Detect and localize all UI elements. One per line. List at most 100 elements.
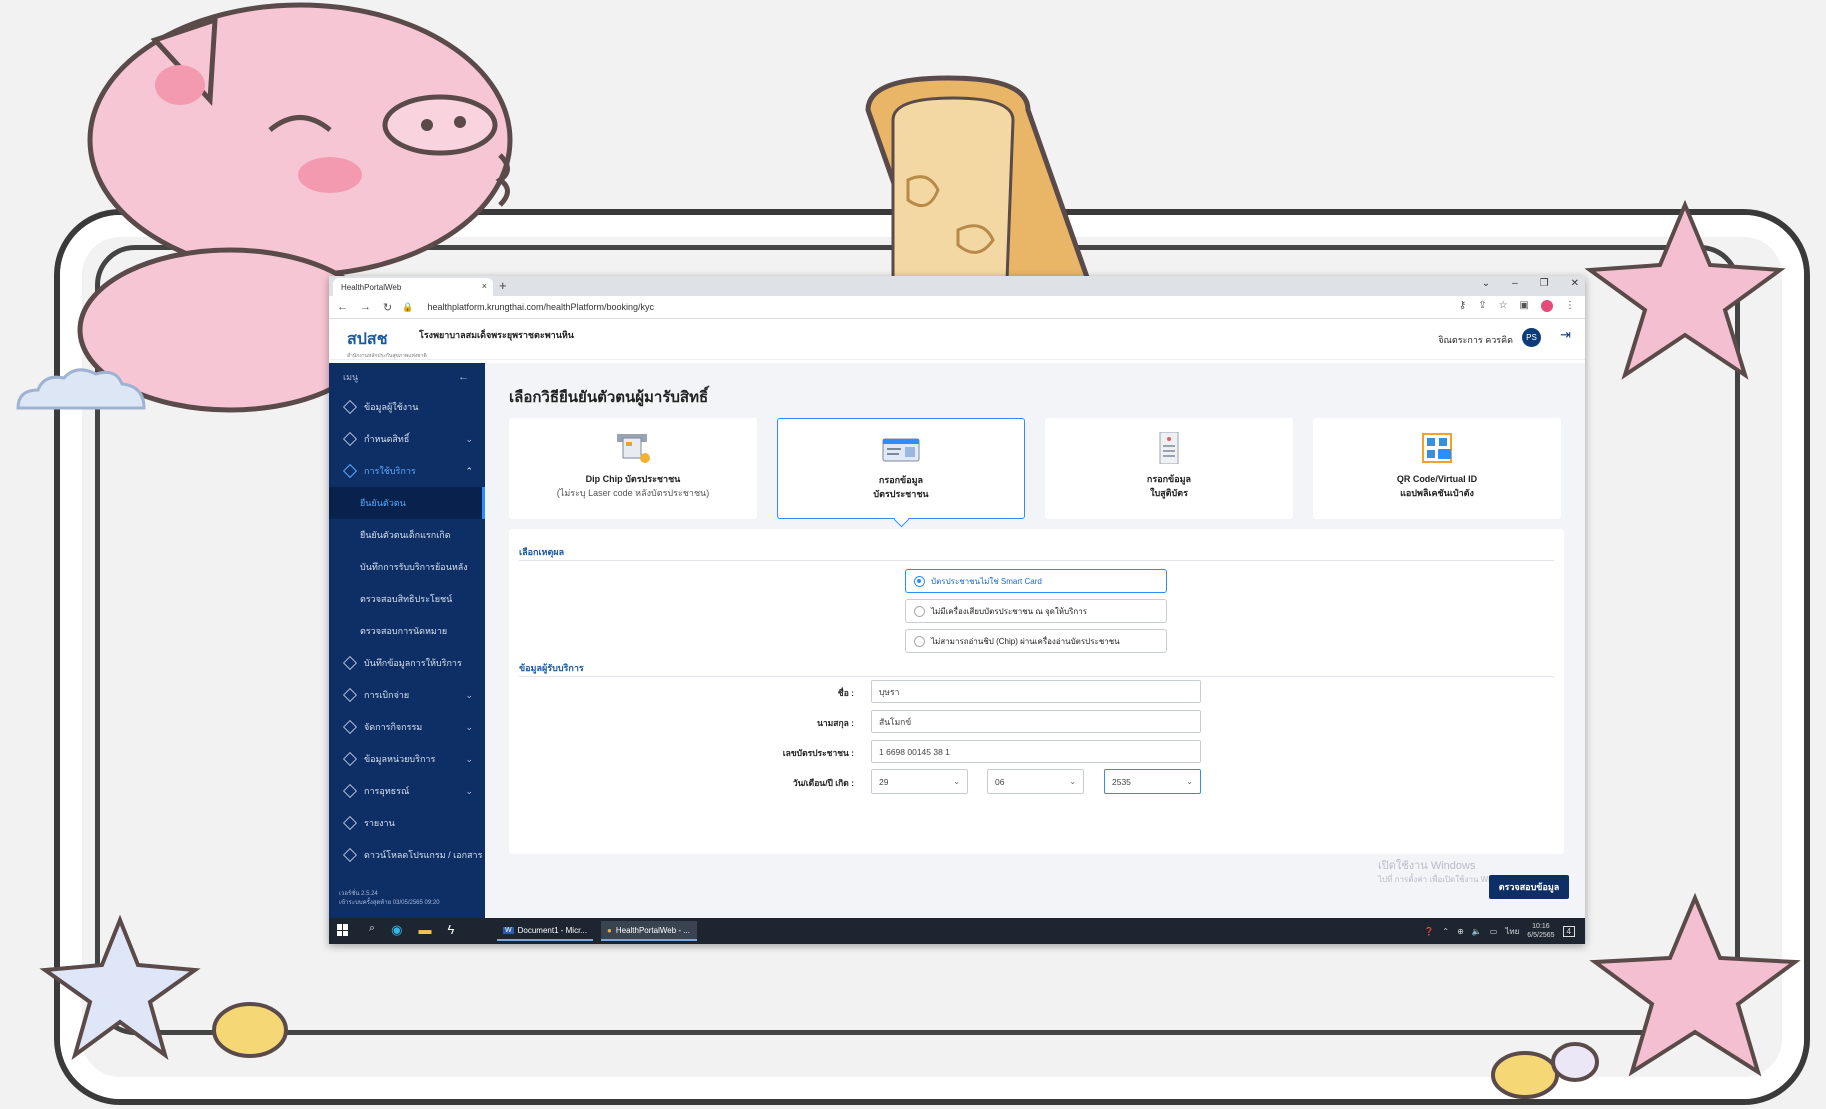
card-reader-icon — [617, 434, 650, 463]
reason-option-not-smart-card[interactable]: บัตรประชาชนไม่ใช่ Smart Card — [905, 569, 1167, 593]
search-icon[interactable]: ⌕ — [369, 922, 375, 938]
tab-search-icon[interactable]: ⌄ — [1482, 278, 1490, 289]
sidebar-item-user-info[interactable]: ข้อมูลผู้ใช้งาน — [329, 391, 485, 423]
sidebar-subitem-backdated-service[interactable]: บันทึกการรับบริการย้อนหลัง — [329, 551, 485, 583]
sidebar-item-label: ข้อมูลหน่วยบริการ — [364, 754, 436, 764]
new-tab-button[interactable]: + — [499, 278, 507, 293]
volume-icon[interactable]: 🔈 — [1472, 927, 1482, 936]
display-icon[interactable]: ▭ — [1490, 927, 1498, 936]
windows-taskbar: ⌕ ◉ ▬ ϟ W Document1 - Micr... ● HealthPo… — [329, 918, 1585, 944]
reason-label: ไม่มีเครื่องเสียบบัตรประชาชน ณ จุดให้บริ… — [931, 606, 1088, 616]
reason-option-no-card-reader[interactable]: ไม่มีเครื่องเสียบบัตรประชาชน ณ จุดให้บริ… — [905, 599, 1167, 623]
method-card-title: Dip Chip บัตรประชาชน — [585, 474, 681, 484]
sidebar-item-label: การใช้บริการ — [364, 466, 416, 476]
collapse-arrow-icon[interactable]: ← — [458, 371, 469, 383]
window-controls: ⌄ – ❐ ✕ — [1482, 278, 1579, 289]
chevron-down-icon: ⌄ — [1069, 777, 1076, 786]
diamond-icon — [342, 815, 358, 831]
id-number-field[interactable]: 1 6698 00145 38 1 — [871, 740, 1201, 763]
menu-dots-icon[interactable]: ⋮ — [1565, 300, 1575, 312]
diamond-icon — [342, 463, 358, 479]
method-card-subtitle: (ไม่ระบุ Laser code หลังบัตรประชาชน) — [556, 488, 710, 498]
star-sticker-pink-bottom-icon — [1589, 892, 1801, 1077]
sidebar-item-label: การอุทธรณ์ — [364, 786, 410, 796]
avatar[interactable]: PS — [1522, 328, 1541, 347]
version-text: เวอร์ชั่น 2.5.24 — [339, 891, 378, 897]
help-icon[interactable]: ❓ — [1424, 927, 1434, 936]
sidebar-subitem-newborn-verify[interactable]: ยืนยันตัวตนเด็กแรกเกิด — [329, 519, 485, 551]
sidebar-item-label: รายงาน — [364, 818, 395, 828]
sidebar-item-disbursement[interactable]: การเบิกจ่าย ⌄ — [329, 679, 485, 711]
sidebar-item-downloads[interactable]: ดาวน์โหลดโปรแกรม / เอกสาร — [329, 839, 485, 871]
sidebar-item-appeal[interactable]: การอุทธรณ์ ⌄ — [329, 775, 485, 807]
star-sticker-pink-icon — [1584, 199, 1786, 380]
method-card-qr-code[interactable]: QR Code/Virtual ID แอปพลิเคชันเป๋าตัง — [1313, 418, 1561, 519]
browser-window: HealthPortalWeb × + ⌄ – ❐ ✕ ← → ↻ 🔒 heal… — [329, 276, 1585, 944]
sidebar-item-services[interactable]: การใช้บริการ ⌃ — [329, 455, 485, 487]
browser-tab[interactable]: HealthPortalWeb × — [333, 278, 493, 296]
method-card-id-card-manual[interactable]: กรอกข้อมูล บัตรประชาชน — [777, 418, 1025, 519]
sidebar-item-label: จัดการกิจกรรม — [364, 722, 423, 732]
sidebar-item-activities[interactable]: จัดการกิจกรรม ⌄ — [329, 711, 485, 743]
network-icon[interactable]: ⊕ — [1457, 927, 1464, 936]
sidebar-item-label: ข้อมูลผู้ใช้งาน — [364, 402, 419, 412]
restore-icon[interactable]: ❐ — [1540, 278, 1549, 289]
close-window-icon[interactable]: ✕ — [1571, 278, 1579, 289]
file-explorer-icon[interactable]: ▬ — [419, 922, 432, 938]
chevron-down-icon: ⌄ — [1186, 777, 1193, 786]
sidebar-subitem-verify-identity[interactable]: ยืนยันตัวตน — [329, 487, 485, 519]
sidebar-item-unit-info[interactable]: ข้อมูลหน่วยบริการ ⌄ — [329, 743, 485, 775]
method-card-dip-chip[interactable]: Dip Chip บัตรประชาชน (ไม่ระบุ Laser code… — [509, 418, 757, 519]
tray-chevron-up-icon[interactable]: ⌃ — [1442, 927, 1449, 936]
share-icon[interactable]: ⇪ — [1478, 300, 1486, 312]
check-data-button[interactable]: ตรวจสอบข้อมูล — [1489, 875, 1569, 899]
sidebar-item-label: บันทึกข้อมูลการให้บริการ — [364, 658, 462, 668]
bookmark-star-icon[interactable]: ☆ — [1499, 300, 1508, 312]
first-name-label: ชื่อ : — [837, 688, 854, 698]
tab-title: HealthPortalWeb — [341, 282, 402, 292]
logo-text: สปสช — [347, 331, 388, 348]
chevron-down-icon: ⌄ — [465, 433, 473, 444]
clock[interactable]: 10:16 6/5/2565 — [1527, 922, 1554, 940]
sidepanel-icon[interactable]: ▣ — [1520, 300, 1529, 312]
chevron-up-icon: ⌃ — [465, 465, 473, 476]
language-indicator[interactable]: ไทย — [1505, 925, 1519, 938]
first-name-field[interactable]: บุษรา — [871, 680, 1201, 703]
method-card-birth-certificate[interactable]: กรอกข้อมูล ใบสูติบัตร — [1045, 418, 1293, 519]
diamond-icon — [342, 783, 358, 799]
back-icon[interactable]: ← — [337, 301, 348, 314]
profile-icon[interactable] — [1541, 300, 1553, 312]
notification-icon[interactable]: 4 — [1562, 925, 1575, 937]
taskbar-app-chrome[interactable]: ● HealthPortalWeb - ... — [601, 921, 697, 941]
sidebar-subitem-check-appointments[interactable]: ตรวจสอบการนัดหมาย — [329, 615, 485, 647]
reason-option-chip-unreadable[interactable]: ไม่สามารถอ่านชิป (Chip) ผ่านเครื่องอ่านบ… — [905, 629, 1167, 653]
tab-close-icon[interactable]: × — [482, 281, 487, 291]
bead-sticker-right-icon — [1491, 1042, 1599, 1099]
pinned-app-icon[interactable]: ϟ — [448, 922, 455, 938]
sidebar-header: เมนู ← — [329, 363, 485, 391]
logout-icon[interactable]: ⇥ — [1560, 327, 1571, 343]
user-name: จิณตระการ ควรคิด — [1438, 335, 1513, 345]
dob-year-select[interactable]: 2535 ⌄ — [1104, 769, 1201, 794]
forward-icon[interactable]: → — [360, 301, 371, 314]
key-icon[interactable]: ⚷ — [1459, 300, 1466, 312]
minimize-icon[interactable]: – — [1512, 278, 1518, 289]
last-name-field[interactable]: สันโมกข์ — [871, 710, 1201, 733]
method-card-subtitle: แอปพลิเคชันเป๋าตัง — [1400, 488, 1474, 498]
reload-icon[interactable]: ↻ — [383, 301, 392, 314]
lock-icon[interactable]: 🔒 — [402, 302, 413, 313]
page-title: เลือกวิธียืนยันตัวตนผู้มารับสิทธิ์ — [509, 389, 709, 406]
taskbar-app-word[interactable]: W Document1 - Micr... — [497, 921, 593, 941]
dob-month-select[interactable]: 06 ⌄ — [987, 769, 1084, 794]
sidebar-subitem-check-benefits[interactable]: ตรวจสอบสิทธิประโยชน์ — [329, 583, 485, 615]
sidebar-item-service-records[interactable]: บันทึกข้อมูลการให้บริการ — [329, 647, 485, 679]
dob-day-select[interactable]: 29 ⌄ — [871, 769, 968, 794]
windows-start-icon[interactable] — [337, 924, 349, 936]
url-field[interactable]: healthplatform.krungthai.com/healthPlatf… — [427, 302, 654, 312]
diamond-icon — [342, 847, 358, 863]
edge-icon[interactable]: ◉ — [391, 922, 402, 938]
method-card-title: QR Code/Virtual ID — [1396, 474, 1478, 484]
sidebar-item-reports[interactable]: รายงาน — [329, 807, 485, 839]
dob-label: วัน/เดือน/ปี เกิด : — [792, 778, 854, 788]
sidebar-item-rights[interactable]: กำหนดสิทธิ์ ⌄ — [329, 423, 485, 455]
